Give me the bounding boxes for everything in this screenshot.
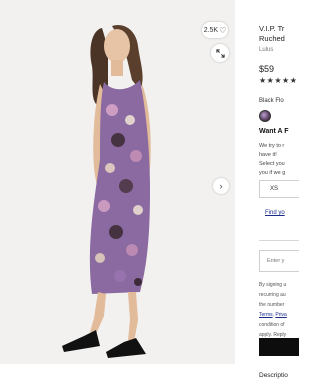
expand-icon xyxy=(215,48,225,58)
add-to-bag-button[interactable] xyxy=(259,338,299,356)
product-image-gallery[interactable]: 2.5K ♡ › xyxy=(0,0,235,364)
find-size-link[interactable]: Find yo xyxy=(265,210,285,216)
size-option-xs[interactable]: XS xyxy=(259,180,299,198)
sms-legal-text: By signing u recurring au the number Ter… xyxy=(259,280,299,340)
size-help-text: We try to r have it! Select you you if w… xyxy=(259,143,286,176)
product-price: $59 xyxy=(259,64,275,74)
favorites-count: 2.5K xyxy=(203,26,219,34)
product-title: V.I.P. Tr Ruched xyxy=(259,24,285,43)
privacy-link[interactable]: Priva xyxy=(275,312,286,318)
brand-name[interactable]: Lulus xyxy=(259,47,273,53)
section-heading: Want A F xyxy=(259,128,289,135)
description-heading[interactable]: Descriptio xyxy=(259,372,288,379)
size-option-label: XS xyxy=(270,186,279,192)
legal-links: Terms, Priva xyxy=(259,312,287,318)
divider xyxy=(259,240,299,241)
heart-icon: ♡ xyxy=(219,25,227,35)
zoom-button[interactable] xyxy=(211,44,229,62)
email-placeholder: Enter y xyxy=(267,258,285,264)
rating-stars[interactable]: ★★★★★ xyxy=(259,76,297,85)
legal-line: By signing u xyxy=(259,282,287,288)
chevron-right-icon: › xyxy=(219,181,223,191)
terms-link[interactable]: Terms xyxy=(259,312,273,318)
legal-line: the number xyxy=(259,302,285,308)
email-input[interactable]: Enter y xyxy=(259,250,299,272)
next-image-button[interactable]: › xyxy=(213,178,229,194)
legal-line: condition of xyxy=(259,322,285,328)
favorite-button[interactable]: 2.5K ♡ xyxy=(202,22,228,38)
product-photo xyxy=(0,0,235,364)
legal-line: recurring au xyxy=(259,292,286,298)
color-label: Black Flo xyxy=(259,98,284,104)
product-info-panel: V.I.P. Tr Ruched Lulus $59 ★★★★★ Black F… xyxy=(259,0,299,380)
color-swatch[interactable] xyxy=(259,110,271,122)
